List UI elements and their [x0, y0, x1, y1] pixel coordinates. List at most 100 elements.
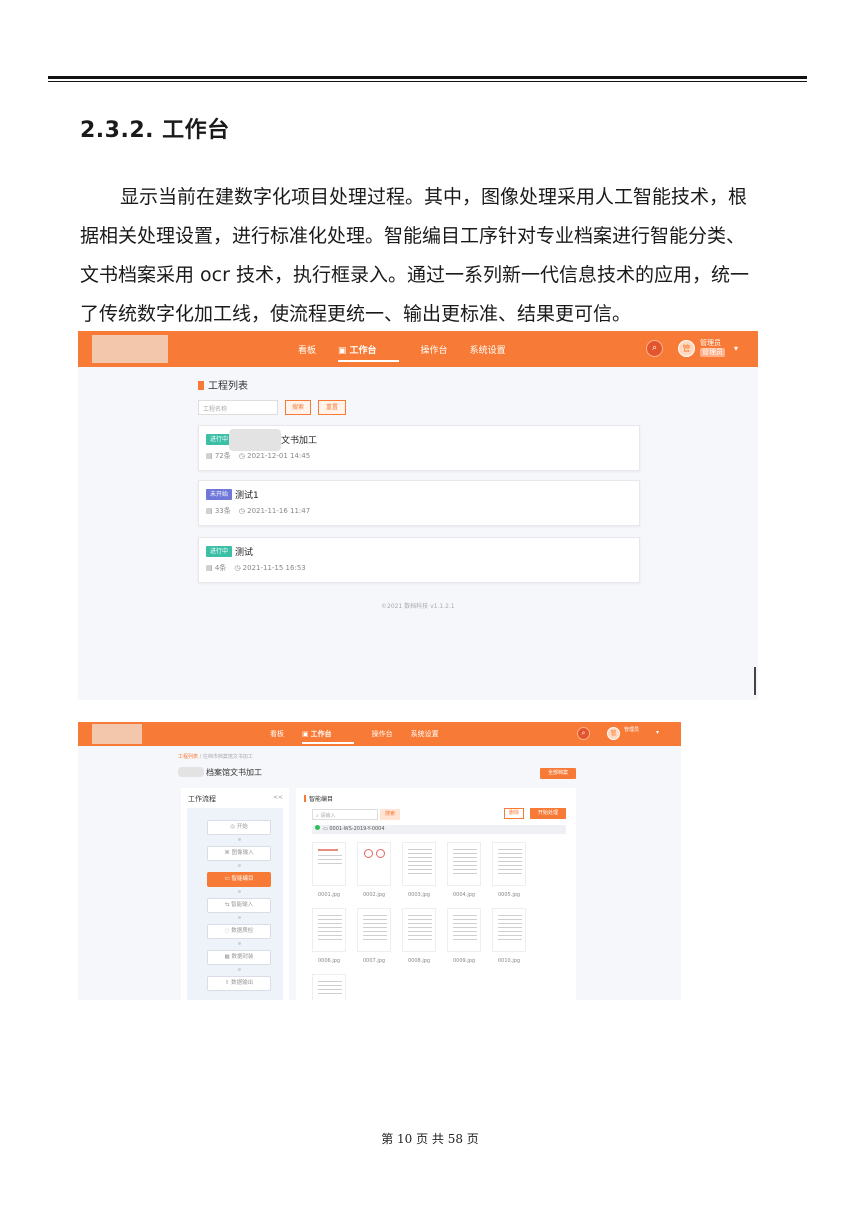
- image-thumbnail[interactable]: [357, 908, 391, 952]
- thumbnail-filename: 0009.jpg: [453, 958, 476, 964]
- breadcrumb: 工程列表 / 在档市档案馆文书加工: [178, 753, 253, 760]
- chevron-down-icon[interactable]: ▾: [734, 344, 738, 353]
- image-thumbnail[interactable]: [312, 908, 346, 952]
- search-button[interactable]: 搜索: [285, 400, 311, 415]
- image-thumbnail[interactable]: [492, 908, 526, 952]
- check-circle-icon: [315, 825, 320, 830]
- search-placeholder: 请输入: [320, 813, 336, 819]
- user-role: 管理员: [700, 348, 725, 357]
- scrollbar[interactable]: [754, 667, 756, 695]
- delete-button[interactable]: 删除: [504, 808, 524, 819]
- collapse-icon[interactable]: <<: [273, 794, 283, 801]
- step-label: 图像输入: [231, 850, 254, 856]
- user-info[interactable]: 管理员 管理员: [700, 339, 725, 357]
- breadcrumb-current: 在档市档案馆文书加工: [202, 754, 253, 760]
- list-title-text: 工程列表: [208, 381, 248, 392]
- folder-name: 0001-WS-2019-Y-0004: [329, 826, 385, 832]
- nav-workbench[interactable]: ▣ 工作台: [302, 729, 354, 744]
- chevron-down-icon[interactable]: ▾: [656, 729, 659, 736]
- project-card[interactable]: 进行中 测试 ▤ 4条 ◷ 2021-11-15 16:53: [198, 537, 640, 583]
- step-packaging[interactable]: ▦ 数据封装: [207, 950, 271, 965]
- step-image-input[interactable]: ⌘ 图像输入: [207, 846, 271, 861]
- nav-workbench-label: 工作台: [349, 346, 377, 356]
- project-name: 文书加工: [281, 436, 318, 446]
- record-count: 72条: [214, 452, 231, 460]
- blurred-text: [229, 429, 281, 451]
- title-bar: [304, 795, 306, 802]
- thumbnail-filename: 0005.jpg: [498, 892, 521, 898]
- main-nav: 看板 ▣ 工作台 操作台 系统设置: [298, 343, 528, 362]
- step-label: 数据封装: [231, 954, 254, 960]
- all-archives-button[interactable]: 全部档案: [540, 768, 576, 779]
- step-connector: [238, 916, 241, 919]
- step-output[interactable]: ⇧ 数据输出: [207, 976, 271, 991]
- step-connector: [238, 838, 241, 841]
- search-icon[interactable]: ⌕: [646, 340, 663, 357]
- catalog-search-input[interactable]: ⌕ 请输入: [312, 809, 378, 820]
- user-name[interactable]: 管理员: [624, 727, 639, 734]
- file-icon: ▤: [206, 564, 215, 572]
- avatar[interactable]: 管: [678, 340, 695, 357]
- image-thumbnail[interactable]: [312, 842, 346, 886]
- paragraph-line: 显示当前在建数字化项目处理过程。其中，图像处理采用人工智能技术，根: [120, 186, 748, 208]
- step-label: 智能编目: [231, 876, 254, 882]
- nav-workbench[interactable]: ▣ 工作台: [338, 343, 399, 362]
- image-thumbnail[interactable]: [447, 842, 481, 886]
- step-smart-input[interactable]: ⇆ 智能输入: [207, 898, 271, 913]
- thumbnail-filename: 0008.jpg: [408, 958, 431, 964]
- created-time: 2021-12-01 14:45: [247, 452, 311, 460]
- step-connector: [238, 890, 241, 893]
- step-quality-check[interactable]: ◌ 数据质检: [207, 924, 271, 939]
- step-label: 开始: [236, 824, 248, 830]
- paragraph-line: 据相关处理设置，进行标准化处理。智能编目工序针对专业档案进行智能分类、: [80, 225, 746, 247]
- image-thumbnail[interactable]: [447, 908, 481, 952]
- breadcrumb-link[interactable]: 工程列表: [178, 754, 198, 760]
- clock-icon: ◷: [238, 507, 248, 515]
- step-smart-catalog[interactable]: ▭ 智能编目: [207, 872, 271, 887]
- image-thumbnail[interactable]: [402, 842, 436, 886]
- thumbnail-filename: 0002.jpg: [363, 892, 386, 898]
- search-icon[interactable]: ⌕: [577, 727, 590, 740]
- workflow-title: 工作流程: [188, 795, 216, 803]
- image-thumbnail[interactable]: [357, 842, 391, 886]
- folder-row[interactable]: ▭ 0001-WS-2019-Y-0004: [312, 825, 566, 834]
- avatar[interactable]: 管: [607, 727, 620, 740]
- nav-dashboard[interactable]: 看板: [270, 729, 284, 744]
- nav-dashboard[interactable]: 看板: [298, 343, 316, 362]
- project-search-input[interactable]: 工程名称: [198, 400, 278, 415]
- clock-icon: ◷: [234, 564, 243, 572]
- start-processing-button[interactable]: 开始处理: [530, 808, 566, 819]
- catalog-title-text: 智能编目: [309, 796, 334, 803]
- project-card[interactable]: 未开始 测试1 ▤ 33条 ◷ 2021-11-16 11:47: [198, 480, 640, 526]
- nav-workbench-label: 工作台: [310, 730, 332, 738]
- catalog-search-button[interactable]: 搜索: [380, 809, 400, 820]
- workbench-screenshot-project-list: 看板 ▣ 工作台 操作台 系统设置 ⌕ 管 管理员 管理员 ▾ 工程列表 工程名称…: [78, 331, 758, 700]
- image-thumbnail[interactable]: [492, 842, 526, 886]
- nav-operations[interactable]: 操作台: [421, 343, 448, 362]
- project-title-text: 档案馆文书加工: [206, 768, 262, 777]
- file-icon: ▤: [206, 452, 215, 460]
- project-meta: ▤ 4条 ◷ 2021-11-15 16:53: [206, 563, 306, 573]
- header-rule-thin: [48, 81, 807, 82]
- blurred-logo: [92, 335, 168, 363]
- created-time: 2021-11-15 16:53: [242, 564, 306, 572]
- step-icon: ⌘: [224, 850, 232, 856]
- nav-settings[interactable]: 系统设置: [411, 729, 439, 744]
- image-thumbnail[interactable]: [312, 974, 346, 1000]
- page-title: 档案馆文书加工: [178, 767, 262, 778]
- step-label: 智能输入: [231, 902, 254, 908]
- thumbnail-filename: 0001.jpg: [318, 892, 341, 898]
- list-icon: [198, 381, 204, 390]
- top-nav-bar: 看板 ▣ 工作台 操作台 系统设置 ⌕ 管 管理员 ▾: [78, 722, 681, 746]
- project-card[interactable]: 进行中 文书加工 ▤ 72条 ◷ 2021-12-01 14:45: [198, 425, 640, 471]
- image-thumbnail[interactable]: [402, 908, 436, 952]
- record-count: 4条: [214, 564, 227, 572]
- thumbnail-filename: 0010.jpg: [498, 958, 521, 964]
- workflow-panel: 工作流程 << ◎ 开始 ⌘ 图像输入 ▭ 智能编目 ⇆ 智能输入 ◌ 数据质检…: [181, 788, 289, 1000]
- step-start[interactable]: ◎ 开始: [207, 820, 271, 835]
- main-nav: 看板 ▣ 工作台 操作台 系统设置: [270, 729, 461, 744]
- section-heading: 2.3.2. 工作台: [80, 118, 230, 143]
- nav-operations[interactable]: 操作台: [372, 729, 393, 744]
- nav-settings[interactable]: 系统设置: [470, 343, 506, 362]
- reset-button[interactable]: 重置: [318, 400, 346, 415]
